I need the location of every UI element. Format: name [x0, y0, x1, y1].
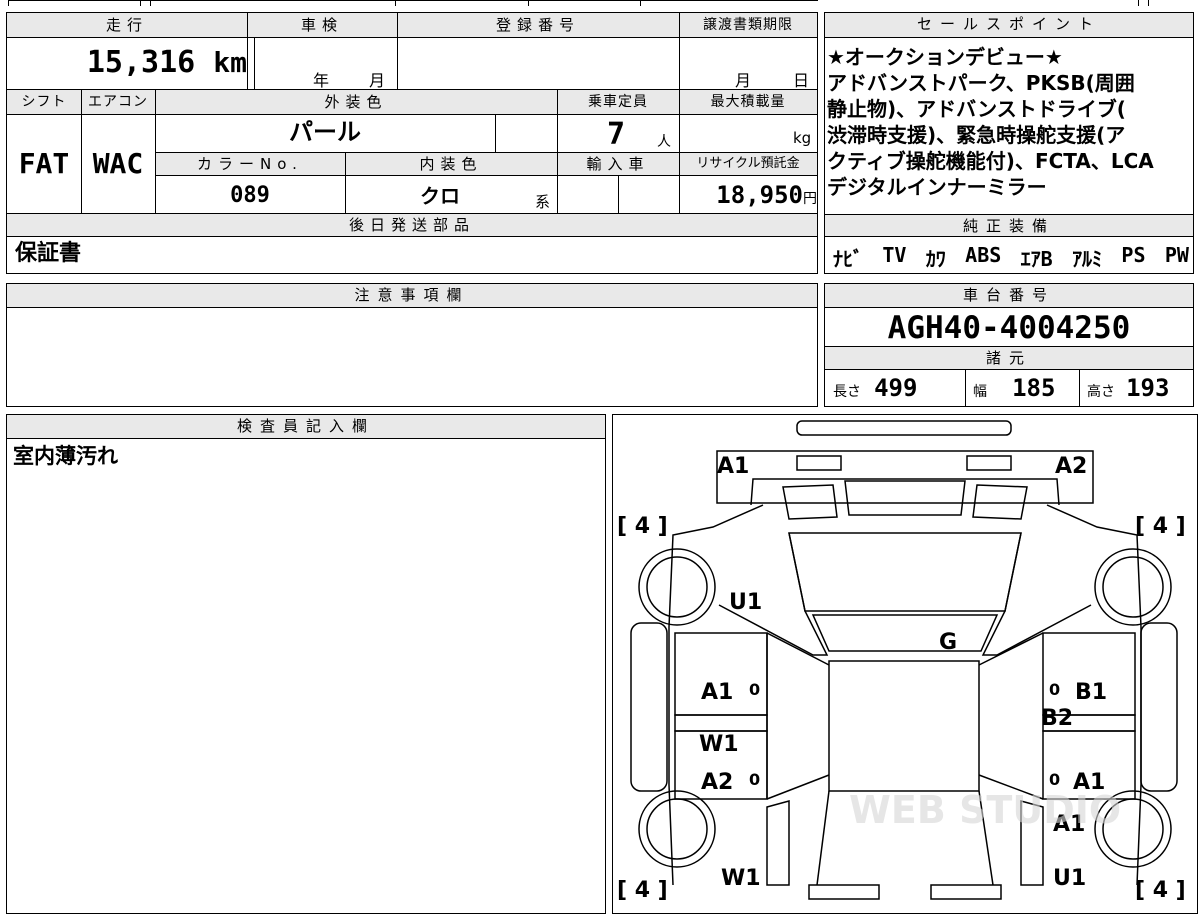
- mark-tire-rr: [ 4 ]: [1135, 878, 1186, 903]
- equipment-item: TV: [882, 243, 907, 267]
- shaken-label: 車検: [300, 16, 343, 34]
- mark-tire-fr: [ 4 ]: [1135, 514, 1186, 539]
- mark-door-fl: A1: [701, 680, 733, 705]
- transfer-deadline-label: 譲渡書類期限: [703, 17, 793, 33]
- chassis-panel: 車台番号 AGH40-4004250 諸元 長さ 499 幅 185 高さ 19…: [824, 283, 1194, 407]
- length-value: 499: [874, 374, 918, 402]
- interior-color-label: 内装色: [419, 155, 483, 173]
- damage-diagram-panel: A1 A2 [ 4 ] [ 4 ] U1 G A1 0 W1 A2 0 0 B1…: [612, 414, 1198, 914]
- inspector-panel: 検査員記入欄 室内薄汚れ: [6, 414, 606, 914]
- recycle-value: 18,950: [716, 181, 803, 209]
- width-label: 幅: [973, 384, 987, 400]
- color-no-value: 089: [230, 183, 270, 208]
- car-diagram: A1 A2 [ 4 ] [ 4 ] U1 G A1 0 W1 A2 0 0 B1…: [617, 420, 1186, 903]
- interior-color-value: クロ: [420, 184, 460, 208]
- mark-door-fr: B1: [1075, 680, 1107, 705]
- sales-points-panel: セールスポイント ★オークションデビュー★ アドバンストパーク、PKSB(周囲 …: [824, 12, 1194, 274]
- mileage-label: 走行: [105, 16, 148, 34]
- later-parts-label: 後日発送部品: [348, 216, 475, 234]
- mark-door-rr-zero: 0: [1049, 770, 1060, 789]
- mark-rear-right: U1: [1053, 866, 1086, 891]
- inspector-label: 検査員記入欄: [7, 415, 605, 439]
- transfer-day: 日: [793, 71, 810, 90]
- mark-tire-rl: [ 4 ]: [617, 878, 668, 903]
- equipment-item: ﾅﾋﾞ: [833, 247, 863, 271]
- mileage-unit: km: [213, 46, 247, 79]
- height-value: 193: [1126, 374, 1170, 402]
- ac-label: エアコン: [88, 94, 148, 110]
- equipment-item: ABS: [965, 243, 1002, 267]
- chassis-label: 車台番号: [825, 284, 1193, 308]
- mark-door-fr-zero: 0: [1049, 680, 1060, 699]
- exterior-color-label: 外装色: [324, 93, 388, 111]
- equipment-item: ｴｱB: [1020, 247, 1053, 271]
- mark-windshield: G: [939, 630, 957, 655]
- reg-number-label: 登録番号: [495, 16, 580, 34]
- shaken-year: 年: [313, 71, 330, 90]
- equipment-list: ﾅﾋﾞ TV ｶﾜ ABS ｴｱB ｱﾙﾐ PS PW: [833, 243, 1189, 272]
- inspector-comment: 室内薄汚れ: [13, 444, 118, 468]
- sales-point-line: デジタルインナーミラー: [827, 175, 1047, 199]
- height-label: 高さ: [1087, 384, 1115, 400]
- capacity-value: 7: [607, 117, 626, 152]
- interior-color-suffix: 系: [535, 193, 551, 211]
- mark-front-left: A1: [717, 454, 749, 479]
- width-value: 185: [1012, 374, 1056, 402]
- notes-label: 注意事項欄: [7, 284, 817, 308]
- import-label: 輸入車: [586, 155, 650, 173]
- sales-point-line: 渋滞時支援)、緊急時操舵支援(ア: [827, 123, 1126, 147]
- mark-door-rl: A2: [701, 770, 733, 795]
- capacity-unit: 人: [657, 134, 671, 150]
- exterior-color-value: パール: [289, 118, 361, 146]
- equipment-item: PW: [1164, 243, 1189, 267]
- sales-point-line: クティブ操舵機能付)、FCTA、LCA: [827, 149, 1154, 173]
- ac-value: WAC: [92, 147, 144, 180]
- sales-points-label: セールスポイント: [825, 13, 1193, 38]
- vehicle-info-grid: 走行 車検 登録番号 譲渡書類期限 15,316 km 年 月 月 日 シフト …: [6, 12, 818, 274]
- length-label: 長さ: [833, 384, 861, 400]
- mark-rear-left: W1: [721, 866, 761, 891]
- mark-door-rl-zero: 0: [749, 770, 760, 789]
- notes-panel: 注意事項欄: [6, 283, 818, 407]
- equipment-label: 純正装備: [825, 214, 1193, 237]
- equipment-item: ｶﾜ: [925, 247, 946, 271]
- mark-fender-left: U1: [729, 590, 762, 615]
- mark-door-fl-zero: 0: [749, 680, 760, 699]
- sales-point-line: 静止物)、アドバンストドライブ(: [827, 97, 1126, 121]
- mark-sill-left: W1: [699, 732, 739, 757]
- max-load-unit: kg: [793, 129, 812, 147]
- sales-point-line: アドバンストパーク、PKSB(周囲: [827, 71, 1135, 95]
- recycle-label: リサイクル預託金: [696, 156, 800, 171]
- transfer-month: 月: [735, 71, 752, 90]
- mark-front-right: A2: [1055, 454, 1087, 479]
- mark-pillar-right: B2: [1041, 706, 1073, 731]
- sales-point-line: ★オークションデビュー★: [827, 45, 1063, 69]
- shift-label: シフト: [21, 94, 67, 110]
- color-no-label: カラーNo.: [197, 155, 303, 173]
- chassis-number: AGH40-4004250: [887, 310, 1131, 346]
- specs-label: 諸元: [825, 346, 1193, 370]
- equipment-item: ｱﾙﾐ: [1072, 247, 1103, 271]
- recycle-unit: 円: [803, 191, 817, 207]
- equipment-item: PS: [1121, 243, 1146, 267]
- shift-value: FAT: [18, 147, 70, 180]
- mark-tire-fl: [ 4 ]: [617, 514, 668, 539]
- watermark: WEB STUDIO: [849, 788, 1121, 832]
- capacity-label: 乗車定員: [588, 94, 648, 110]
- later-parts-value: 保証書: [15, 241, 82, 266]
- max-load-label: 最大積載量: [710, 94, 786, 110]
- shaken-month: 月: [369, 71, 386, 90]
- mileage-value: 15,316: [86, 45, 196, 80]
